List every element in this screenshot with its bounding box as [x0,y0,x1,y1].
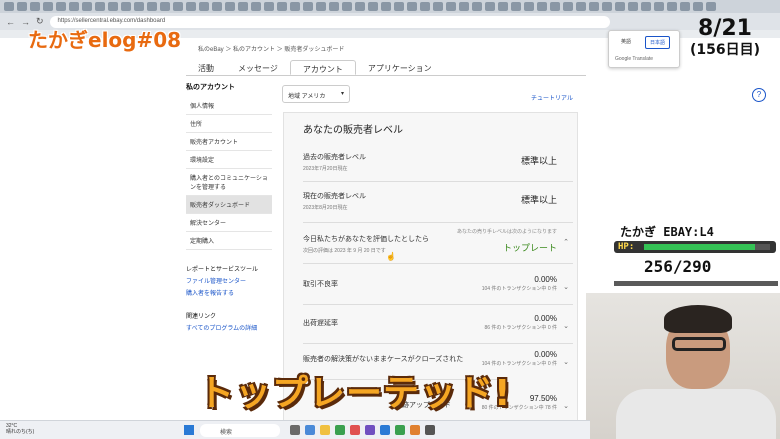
explorer-icon[interactable] [320,425,330,435]
tab-messages[interactable]: メッセージ [226,60,290,75]
region-select[interactable]: 地域 アメリカ ▾ [282,85,350,103]
webcam-feed [586,293,780,439]
sidebar-reports-heading: レポートとサービスツール [186,267,259,273]
sidebar: 私のアカウント 個人情報 住所 販売者アカウント 環境設定 購入者とのコミュニケ… [186,82,272,335]
eval-level-hint: あなたの売り手レベルは次のようになります [456,229,557,235]
sidebar-link-report-buyer[interactable]: 購入者を報告する [186,288,272,297]
eval-level-value: トップレート [502,243,557,253]
metric-value: 0.00% [534,275,557,284]
hp-bar-fill [644,244,756,250]
eval-level-row[interactable]: 今日私たちがあなたを評価したとしたら 次回の評価は 2023 年 9 月 20 … [303,229,573,264]
sidebar-item-seller-dashboard[interactable]: 販売者ダッシュボード [186,196,272,214]
region-select-value: 地域 アメリカ [288,94,326,100]
chevron-down-icon[interactable]: ⌄ [563,358,569,366]
chevron-down-icon[interactable]: ⌄ [563,402,569,410]
hud-name-text: たかぎ [620,225,657,239]
chevron-up-icon[interactable]: ⌃ [563,238,569,246]
taskbar-search[interactable]: 検索 [200,424,280,437]
sidebar-item-subscriptions[interactable]: 定期購入 [186,232,272,250]
stream-title-overlay: たかぎelog#08 [28,28,182,52]
caption-banner: トップレーテッド! [198,373,512,414]
past-level-value: 標準以上 [520,156,557,166]
person-body [616,389,776,439]
mouse-cursor-icon: ☝ [386,252,396,261]
sidebar-item-address[interactable]: 住所 [186,115,272,133]
metric-value: 0.00% [534,314,557,323]
metric-sub: 86 件のトランザクション中 0 件 [484,325,557,331]
hud-tag: EBAY:L4 [663,225,714,239]
tab-strip[interactable] [0,0,780,13]
task-view-icon[interactable] [290,425,300,435]
seller-level-title: あなたの販売者レベル [303,125,403,136]
sidebar-item-buyer-communication[interactable]: 購入者とのコミュニケーションを管理する [186,169,272,196]
translate-lang-japanese[interactable]: 日本語 [645,36,671,49]
sidebar-item-preferences[interactable]: 環境設定 [186,151,272,169]
hp-bar [644,244,770,250]
hud-panel: たかぎ EBAY:L4 HP: 256/290 [606,215,780,293]
chevron-down-icon: ▾ [340,91,344,97]
metric-row[interactable]: 取引不良率 0.00% 104 件のトランザクション中 0 件 ⌄ [303,275,573,305]
sidebar-heading: 私のアカウント [186,84,235,91]
translate-lang-english[interactable]: 英語 [617,36,635,47]
weather-widget[interactable]: 32°C 晴れのち(ち) [6,423,34,435]
tab-account[interactable]: アカウント [289,60,356,75]
hp-label: HP: [618,242,635,252]
sidebar-item-resolution-center[interactable]: 解決センター [186,214,272,232]
main-tabs: 活動 メッセージ アカウント アプリケーション [186,60,586,76]
hp-value: 256/290 [644,257,712,276]
app-icon[interactable] [380,425,390,435]
app-icon[interactable] [395,425,405,435]
current-level-value: 標準以上 [520,195,557,205]
hp-bar-frame: HP: [614,241,776,253]
tab-activity[interactable]: 活動 [186,60,226,75]
sidebar-link-file-management[interactable]: ファイル管理センター [186,276,272,285]
tutorial-link[interactable]: チュートリアル [531,93,573,102]
past-level-row: 過去の販売者レベル 2023年7月20日現在 標準以上 [303,152,573,182]
app-icon[interactable] [335,425,345,435]
back-icon[interactable]: ← [6,17,15,27]
weather-text: 晴れのち(ち) [6,429,35,435]
person-hair [664,305,732,333]
taskbar-icons [290,425,435,435]
metric-row[interactable]: 出荷遅延率 0.00% 86 件のトランザクション中 0 件 ⌄ [303,314,573,344]
app-icon[interactable] [425,425,435,435]
hud-name: たかぎ EBAY:L4 [620,223,714,240]
translate-brand: Google Translate [615,56,654,62]
tab-applications[interactable]: アプリケーション [356,60,444,75]
metric-value: 0.00% [534,350,557,359]
current-level-row: 現在の販売者レベル 2023年8月20日現在 標準以上 [303,191,573,223]
sidebar-item-seller-account[interactable]: 販売者アカウント [186,133,272,151]
app-icon[interactable] [410,425,420,435]
date-overlay: 8/21 (156日目) [670,16,780,59]
sidebar-link-all-programs[interactable]: すべてのプログラムの詳細 [186,323,272,332]
date-overlay-day: (156日目) [689,42,761,58]
help-icon[interactable]: ? [752,88,766,102]
metric-sub: 104 件のトランザクション中 0 件 [481,286,557,292]
date-overlay-date: 8/21 [698,16,752,41]
app-icon[interactable] [365,425,375,435]
breadcrumb[interactable]: 私のeBay ＞ 私のアカウント ＞ 販売者ダッシュボード [198,44,344,53]
chevron-down-icon[interactable]: ⌄ [563,322,569,330]
edge-icon[interactable] [305,425,315,435]
glasses-icon [672,337,726,351]
exp-bar [614,281,778,286]
metric-value: 97.50% [529,394,557,403]
chrome-icon[interactable] [350,425,360,435]
windows-start-icon[interactable] [184,425,194,435]
taskbar: 32°C 晴れのち(ち) 検索 [0,420,590,439]
chevron-down-icon[interactable]: ⌄ [563,283,569,291]
sidebar-related-heading: 関連リンク [186,314,217,320]
sidebar-item-personal-info[interactable]: 個人情報 [186,97,272,115]
